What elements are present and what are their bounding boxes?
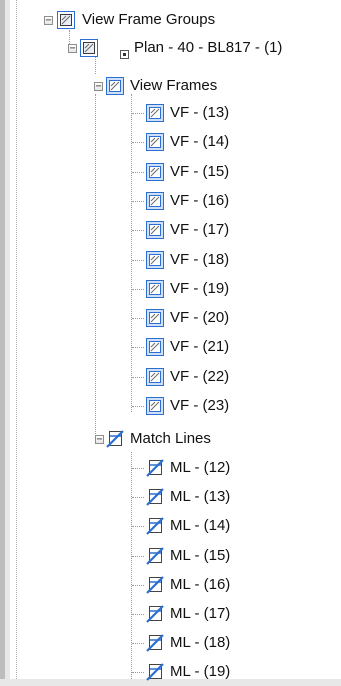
view-frame-icon [146, 191, 164, 215]
connector [132, 584, 144, 586]
connector [132, 113, 144, 114]
panel-left-edge [0, 0, 5, 679]
tree-node-match-line[interactable]: ML - (16) [170, 576, 230, 594]
match-line-icon [146, 663, 164, 686]
connector [132, 200, 144, 202]
view-frame-group-icon [80, 39, 98, 57]
match-line-icon [146, 634, 164, 657]
connector [132, 142, 144, 144]
connector [132, 318, 144, 320]
collapse-toggle[interactable]: − [94, 82, 103, 92]
view-frame-icon [146, 250, 164, 274]
tree-node-match-line[interactable]: ML - (12) [170, 459, 230, 477]
tree-node-match-line[interactable]: ML - (17) [170, 605, 230, 623]
match-line-icon [146, 517, 164, 540]
connector [131, 452, 132, 679]
connector [132, 672, 144, 674]
connector [132, 406, 144, 407]
tree-node-view-frame-groups[interactable]: View Frame Groups [82, 11, 215, 29]
connector [132, 526, 144, 528]
match-line-icon [146, 605, 164, 628]
tree-node-view-frame[interactable]: VF - (15) [170, 163, 229, 181]
tree-node-view-frames[interactable]: View Frames [130, 77, 217, 95]
match-line-icon [106, 430, 124, 448]
tree-node-view-frame[interactable]: VF - (18) [170, 251, 229, 269]
view-frame-icon [146, 338, 164, 361]
tree-node-plan-group[interactable]: Plan - 40 - BL817 - (1) [134, 39, 282, 57]
tree-node-match-line[interactable]: ML - (13) [170, 488, 230, 506]
view-frame-icon [146, 397, 164, 420]
small-state-icon [120, 50, 129, 59]
view-frame-icon [146, 309, 164, 332]
tree-node-view-frame[interactable]: VF - (22) [170, 368, 229, 386]
view-frame-icon [146, 367, 164, 391]
tree-node-view-frame[interactable]: VF - (17) [170, 221, 229, 239]
connector [132, 614, 144, 615]
connector [132, 288, 144, 290]
connector [95, 94, 96, 434]
view-frame-icon [146, 133, 164, 156]
tree-node-view-frame[interactable]: VF - (21) [170, 338, 229, 356]
view-frame-icon [146, 104, 164, 127]
view-frame-icon [146, 279, 164, 303]
tree-node-view-frame[interactable]: VF - (20) [170, 309, 229, 327]
connector [132, 259, 144, 261]
tree-node-match-line[interactable]: ML - (15) [170, 547, 230, 565]
tree-node-view-frame[interactable]: VF - (14) [170, 133, 229, 151]
match-line-icon [146, 576, 164, 599]
connector [132, 230, 144, 232]
view-frame-group-icon [57, 11, 75, 29]
connector [132, 468, 144, 469]
collapse-toggle[interactable]: − [95, 435, 104, 445]
connector [95, 56, 96, 74]
view-frame-icon [106, 77, 124, 95]
match-line-icon [146, 459, 164, 482]
connector [132, 497, 144, 499]
tree-node-match-line[interactable]: ML - (18) [170, 634, 230, 652]
connector [132, 643, 144, 645]
tree-node-view-frame[interactable]: VF - (19) [170, 280, 229, 298]
collapse-toggle[interactable]: − [44, 16, 53, 26]
tree-node-view-frame[interactable]: VF - (23) [170, 397, 229, 415]
connector [132, 171, 144, 173]
connector [132, 376, 144, 378]
match-line-icon [146, 546, 164, 570]
tree-node-match-lines[interactable]: Match Lines [130, 430, 211, 448]
tree-node-match-line[interactable]: ML - (14) [170, 517, 230, 535]
connector [132, 555, 144, 557]
view-frame-icon [146, 221, 164, 244]
tree-node-view-frame[interactable]: VF - (13) [170, 104, 229, 122]
tree-node-view-frame[interactable]: VF - (16) [170, 192, 229, 210]
view-frame-icon [146, 162, 164, 186]
match-line-icon [146, 488, 164, 511]
collapse-toggle[interactable]: − [68, 44, 77, 54]
connector [132, 347, 144, 349]
prospector-tree-panel: − View Frame Groups − Plan - 40 - BL817 … [10, 0, 341, 682]
tree-guide-line [16, 0, 17, 679]
